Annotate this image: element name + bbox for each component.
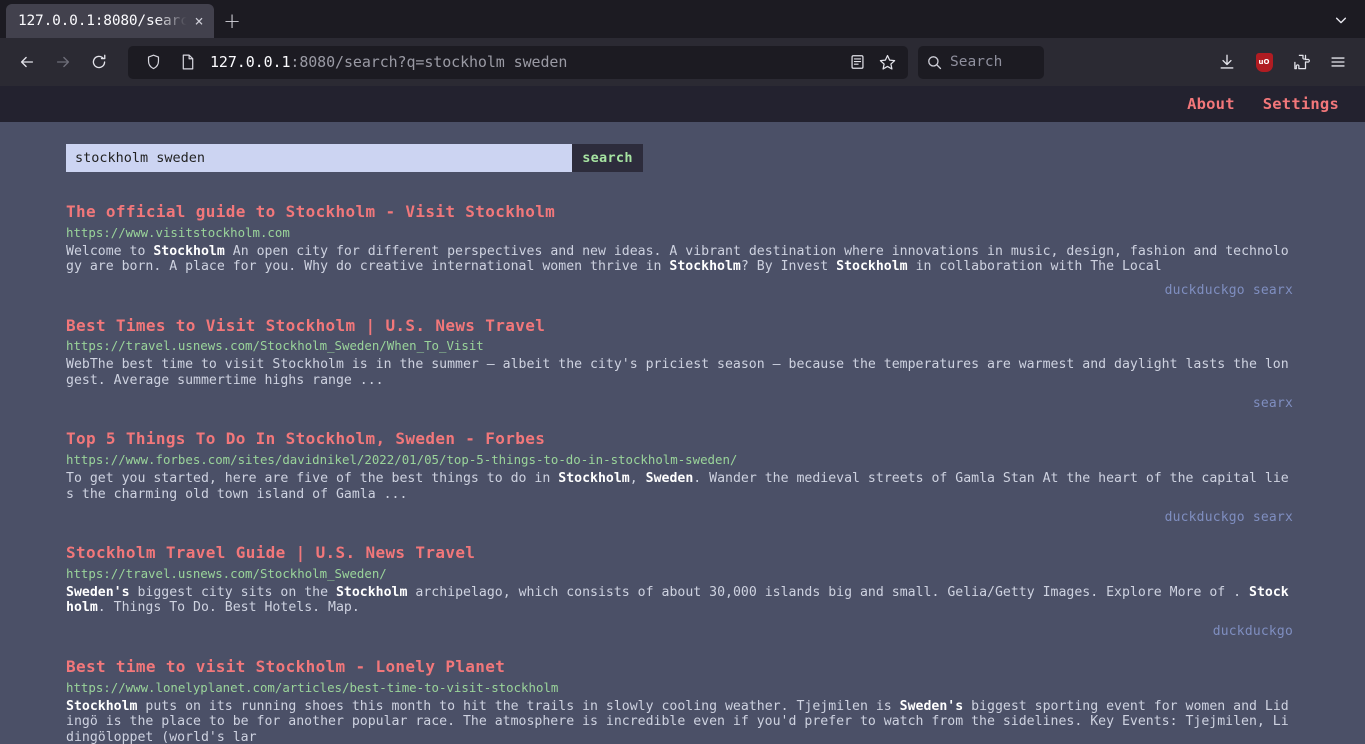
result-snippet: Sweden's biggest city sits on the Stockh… xyxy=(66,584,1289,616)
shield-icon[interactable] xyxy=(140,49,166,75)
search-input[interactable] xyxy=(66,144,572,172)
extensions-button[interactable] xyxy=(1284,46,1318,78)
url-host: 127.0.0.1 xyxy=(210,53,291,71)
result-engines: duckduckgo xyxy=(1212,623,1293,639)
reader-view-icon[interactable] xyxy=(844,49,870,75)
search-submit-button[interactable]: search xyxy=(572,144,643,172)
result-title-link[interactable]: Best Times to Visit Stockholm | U.S. New… xyxy=(66,315,1293,337)
reload-icon xyxy=(92,54,106,69)
result-url[interactable]: https://travel.usnews.com/Stockholm_Swed… xyxy=(66,337,1293,355)
result-url[interactable]: https://www.visitstockholm.com xyxy=(66,224,1293,242)
puzzle-piece-icon xyxy=(1294,54,1310,70)
result-snippet: Welcome to Stockholm An open city for di… xyxy=(66,243,1289,275)
result-url[interactable]: https://travel.usnews.com/Stockholm_Swed… xyxy=(66,565,1293,583)
nav-link-settings[interactable]: Settings xyxy=(1263,95,1339,113)
download-icon xyxy=(1220,54,1234,69)
reload-button[interactable] xyxy=(82,46,116,78)
result-item: The official guide to Stockholm - Visit … xyxy=(66,201,1293,298)
address-bar[interactable]: 127.0.0.1:8080/search?q=stockholm sweden xyxy=(128,45,908,79)
address-bar-actions xyxy=(844,49,900,75)
result-item: Best time to visit Stockholm - Lonely Pl… xyxy=(66,656,1293,744)
navigation-toolbar: 127.0.0.1:8080/search?q=stockholm sweden xyxy=(0,38,1365,86)
browser-tab[interactable]: 127.0.0.1:8080/search × xyxy=(6,4,214,38)
nav-link-about[interactable]: About xyxy=(1187,95,1235,113)
forward-button[interactable] xyxy=(46,46,80,78)
list-all-tabs-button[interactable] xyxy=(1325,6,1357,34)
site-header: About Settings xyxy=(0,86,1365,122)
search-form: search xyxy=(66,144,643,172)
result-title-link[interactable]: The official guide to Stockholm - Visit … xyxy=(66,201,1293,223)
page-content: About Settings search The official guide… xyxy=(0,86,1365,744)
close-icon[interactable]: × xyxy=(190,13,208,29)
page-info-icon[interactable] xyxy=(175,49,201,75)
search-area: search xyxy=(0,122,1365,172)
result-engines: searx xyxy=(1252,396,1293,412)
ublock-badge-label: uO xyxy=(1258,58,1270,66)
app-menu-button[interactable] xyxy=(1321,46,1355,78)
result-snippet: To get you started, here are five of the… xyxy=(66,471,1289,502)
search-icon xyxy=(926,49,942,75)
browser-search-placeholder: Search xyxy=(950,54,1003,70)
arrow-left-icon xyxy=(20,56,34,68)
result-title-link[interactable]: Stockholm Travel Guide | U.S. News Trave… xyxy=(66,542,1293,564)
downloads-button[interactable] xyxy=(1210,46,1244,78)
result-url[interactable]: https://www.lonelyplanet.com/articles/be… xyxy=(66,679,1293,697)
result-snippet: WebThe best time to visit Stockholm is i… xyxy=(66,357,1289,388)
result-item: Stockholm Travel Guide | U.S. News Trave… xyxy=(66,542,1293,639)
toolbar-right-actions: uO xyxy=(1202,46,1355,78)
result-item: Top 5 Things To Do In Stockholm, Sweden … xyxy=(66,428,1293,525)
result-engines: duckduckgo searx xyxy=(1164,510,1293,526)
result-engines: duckduckgo searx xyxy=(1164,282,1293,298)
hamburger-menu-icon xyxy=(1331,57,1345,67)
chevron-down-icon xyxy=(1335,17,1347,24)
result-title-link[interactable]: Best time to visit Stockholm - Lonely Pl… xyxy=(66,656,1293,678)
ublock-shield-icon: uO xyxy=(1255,52,1273,72)
result-item: Best Times to Visit Stockholm | U.S. New… xyxy=(66,315,1293,412)
result-snippet: Stockholm puts on its running shoes this… xyxy=(66,698,1289,744)
tab-strip: 127.0.0.1:8080/search × + xyxy=(0,0,1365,38)
results-list: The official guide to Stockholm - Visit … xyxy=(0,172,1365,744)
ublock-origin-button[interactable]: uO xyxy=(1247,46,1281,78)
browser-search-bar[interactable]: Search xyxy=(918,45,1044,79)
url-path: :8080/search?q=stockholm sweden xyxy=(290,53,568,71)
arrow-right-icon xyxy=(56,56,70,68)
result-url[interactable]: https://www.forbes.com/sites/davidnikel/… xyxy=(66,451,1293,469)
bookmark-star-icon[interactable] xyxy=(874,49,900,75)
result-title-link[interactable]: Top 5 Things To Do In Stockholm, Sweden … xyxy=(66,428,1293,450)
back-button[interactable] xyxy=(10,46,44,78)
tab-title: 127.0.0.1:8080/search xyxy=(18,13,190,29)
url-text: 127.0.0.1:8080/search?q=stockholm sweden xyxy=(210,53,835,71)
new-tab-button[interactable]: + xyxy=(214,4,250,38)
